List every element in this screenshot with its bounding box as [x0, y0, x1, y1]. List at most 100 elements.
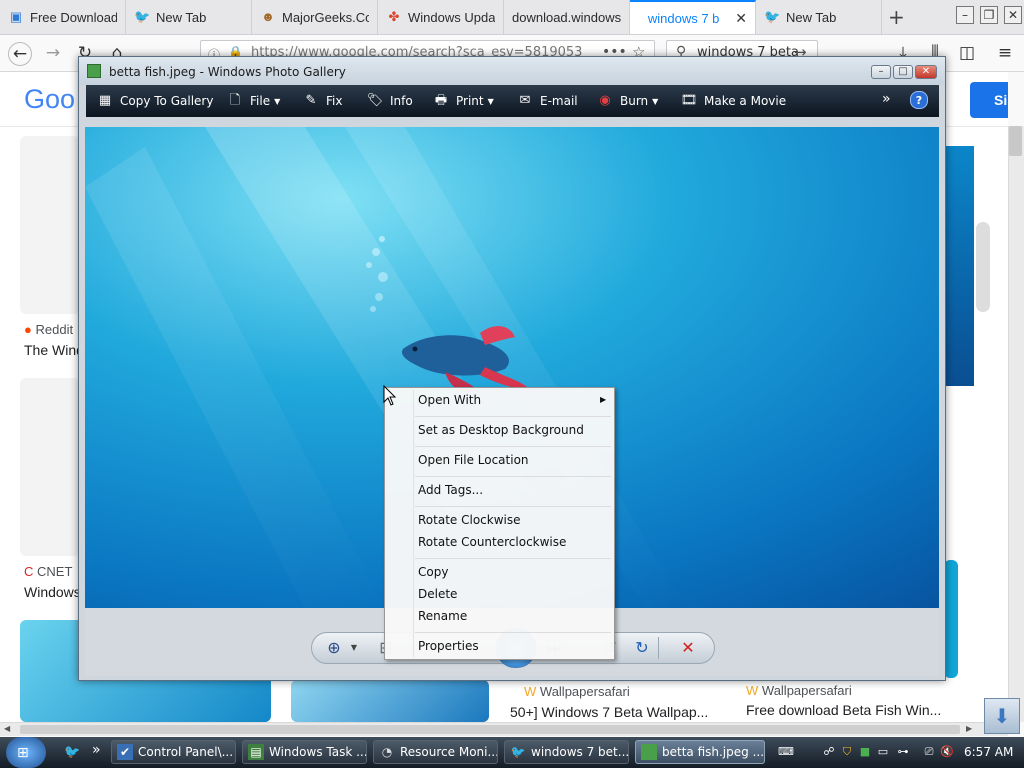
gallery-grid-icon: ▦ — [98, 93, 112, 108]
quick-launch-icon[interactable]: 🐦 — [64, 745, 80, 760]
scrollbar-thumb[interactable] — [1009, 126, 1022, 156]
tab-new-tab-2[interactable]: 🐦 New Tab — [756, 0, 882, 34]
page-vertical-scrollbar[interactable]: ▲ — [1008, 126, 1024, 722]
scroll-right-icon[interactable]: ▶ — [966, 724, 972, 733]
result-title[interactable]: Windows — [24, 584, 80, 600]
fix-button[interactable]: ✎ Fix — [302, 93, 343, 109]
usb-icon[interactable]: ⊶ — [896, 745, 910, 759]
tab-label: windows 7 b — [647, 10, 720, 26]
menu-item-properties[interactable]: Properties — [418, 636, 608, 656]
print-menu-button[interactable]: 🖶 Print ▼ — [432, 93, 494, 109]
shield-icon[interactable]: ⛉ — [840, 745, 854, 759]
forward-arrow-icon[interactable]: → — [42, 42, 64, 64]
tab-new-tab-1[interactable]: 🐦 New Tab — [126, 0, 252, 34]
info-button[interactable]: 🏷 Info — [366, 93, 413, 109]
menu-item-open-with[interactable]: Open With ▶ — [418, 390, 608, 410]
horizontal-scrollbar-thumb[interactable] — [20, 725, 960, 734]
tab-download-windows[interactable]: download.windows — [504, 0, 630, 34]
menu-gutter — [413, 390, 414, 657]
result-image-thumbnail[interactable] — [291, 680, 489, 722]
maximize-icon[interactable]: □ — [893, 65, 913, 79]
result-image-thumbnail[interactable] — [944, 560, 958, 678]
menu-item-rename[interactable]: Rename — [418, 606, 608, 626]
sidebar-icon[interactable]: ◫ — [956, 42, 978, 64]
help-button[interactable]: ? — [910, 91, 928, 109]
start-button[interactable]: ⊞ — [6, 737, 46, 768]
display-icon[interactable]: ▭ — [876, 745, 890, 759]
carousel-scrollbar[interactable] — [976, 222, 990, 312]
sign-in-button[interactable]: Si — [970, 82, 1008, 118]
network-connection-icon[interactable]: ⎚ — [922, 745, 936, 759]
minimize-icon[interactable]: – — [871, 65, 891, 79]
clock[interactable]: 6:57 AM — [964, 745, 1013, 759]
make-a-movie-button[interactable]: 🎞 Make a Movie — [680, 93, 786, 109]
cnet-icon: C — [24, 564, 34, 579]
rotate-clockwise-icon[interactable]: ↻ — [630, 637, 654, 659]
result-image-card[interactable] — [20, 378, 80, 556]
menu-item-delete[interactable]: Delete — [418, 584, 608, 604]
green-status-icon[interactable]: ■ — [858, 745, 872, 759]
window-title-bar[interactable]: betta fish.jpeg - Windows Photo Gallery … — [79, 57, 945, 85]
taskbar-item-control-panel[interactable]: ✔ Control Panel\... — [111, 740, 236, 764]
scroll-down-arrow-icon[interactable]: ⬇ — [984, 698, 1020, 734]
wallpapersafari-icon: W — [746, 683, 759, 698]
tab-majorgeeks[interactable]: ☻ MajorGeeks.Co — [252, 0, 378, 34]
network-icon[interactable]: ☍ — [822, 745, 836, 759]
result-title[interactable]: The Wind — [24, 342, 80, 358]
scroll-left-icon[interactable]: ◀ — [4, 724, 10, 733]
burn-menu-button[interactable]: ◉ Burn ▼ — [596, 93, 658, 109]
majorgeeks-icon: ☻ — [261, 9, 275, 24]
taskbar-overflow-button[interactable]: » — [92, 742, 101, 758]
back-arrow-icon[interactable]: ← — [8, 42, 32, 66]
email-button[interactable]: ✉ E-mail — [516, 93, 578, 109]
keyboard-icon[interactable]: ⌨ — [778, 745, 794, 759]
browser-tab-strip: ▣ Free Download 🐦 New Tab ☻ MajorGeeks.C… — [0, 0, 1024, 35]
google-logo[interactable]: Goo — [24, 84, 75, 115]
window-title: betta fish.jpeg - Windows Photo Gallery — [109, 65, 346, 79]
close-icon[interactable]: ✕ — [735, 10, 747, 27]
close-window-icon[interactable]: ✕ — [1004, 6, 1022, 24]
submenu-arrow-icon: ▶ — [600, 395, 607, 404]
page-horizontal-scrollbar[interactable]: ◀ ▶ — [0, 722, 1008, 736]
menu-item-copy[interactable]: Copy — [418, 562, 608, 582]
windows-logo-icon: ⊞ — [17, 745, 29, 761]
result-title[interactable]: 50+] Windows 7 Beta Wallpap... — [510, 704, 730, 720]
volume-muted-icon[interactable]: 🔇 — [940, 745, 954, 759]
photo-gallery-app-icon — [87, 64, 101, 78]
result-source: W Wallpapersafari — [746, 683, 852, 698]
tab-label: MajorGeeks.Co — [282, 9, 369, 25]
menu-item-open-file-location[interactable]: Open File Location — [418, 450, 608, 470]
result-title[interactable]: Free download Beta Fish Win... — [746, 702, 946, 718]
new-tab-plus-icon[interactable]: + — [888, 5, 905, 29]
tab-label: New Tab — [156, 9, 207, 25]
file-page-icon: 🗋 — [229, 93, 241, 108]
menu-item-add-tags[interactable]: Add Tags... — [418, 480, 608, 500]
copy-to-gallery-button[interactable]: ▦ Copy To Gallery — [96, 93, 214, 109]
delete-icon[interactable]: ✕ — [676, 637, 700, 659]
taskbar-item-firefox[interactable]: 🐦 windows 7 bet... — [504, 740, 629, 764]
tab-windows-update[interactable]: ✤ Windows Upda — [378, 0, 504, 34]
result-source: ● Reddit — [24, 322, 74, 337]
result-image-card[interactable] — [20, 136, 80, 314]
tab-free-download[interactable]: ▣ Free Download — [0, 0, 126, 34]
taskbar-item-resource-monitor[interactable]: ◔ Resource Moni... — [373, 740, 498, 764]
chevron-down-icon: ▼ — [487, 96, 494, 106]
taskbar-item-photo-gallery[interactable]: betta fish.jpeg ... — [635, 740, 765, 764]
result-image-thumbnail[interactable] — [944, 146, 974, 386]
restore-icon[interactable]: ❐ — [980, 6, 998, 24]
more-commands-button[interactable]: » — [882, 91, 891, 107]
taskbar-item-task-manager[interactable]: ▤ Windows Task ... — [242, 740, 367, 764]
close-icon[interactable]: ✕ — [915, 65, 937, 79]
menu-item-set-desktop-background[interactable]: Set as Desktop Background — [418, 420, 608, 440]
file-menu-button[interactable]: 🗋 File ▼ — [226, 93, 280, 109]
tab-windows-7-beta[interactable]: windows 7 b ✕ — [630, 0, 756, 34]
menu-item-rotate-counterclockwise[interactable]: Rotate Counterclockwise — [418, 532, 608, 552]
menu-hamburger-icon[interactable]: ≡ — [994, 42, 1016, 64]
chevron-down-icon[interactable]: ▼ — [342, 637, 366, 659]
bird-icon: 🐦 — [764, 9, 781, 24]
menu-separator — [415, 416, 611, 417]
task-manager-icon: ▤ — [248, 744, 264, 760]
minimize-icon[interactable]: – — [956, 6, 974, 24]
menu-item-rotate-clockwise[interactable]: Rotate Clockwise — [418, 510, 608, 530]
menu-separator — [415, 632, 611, 633]
